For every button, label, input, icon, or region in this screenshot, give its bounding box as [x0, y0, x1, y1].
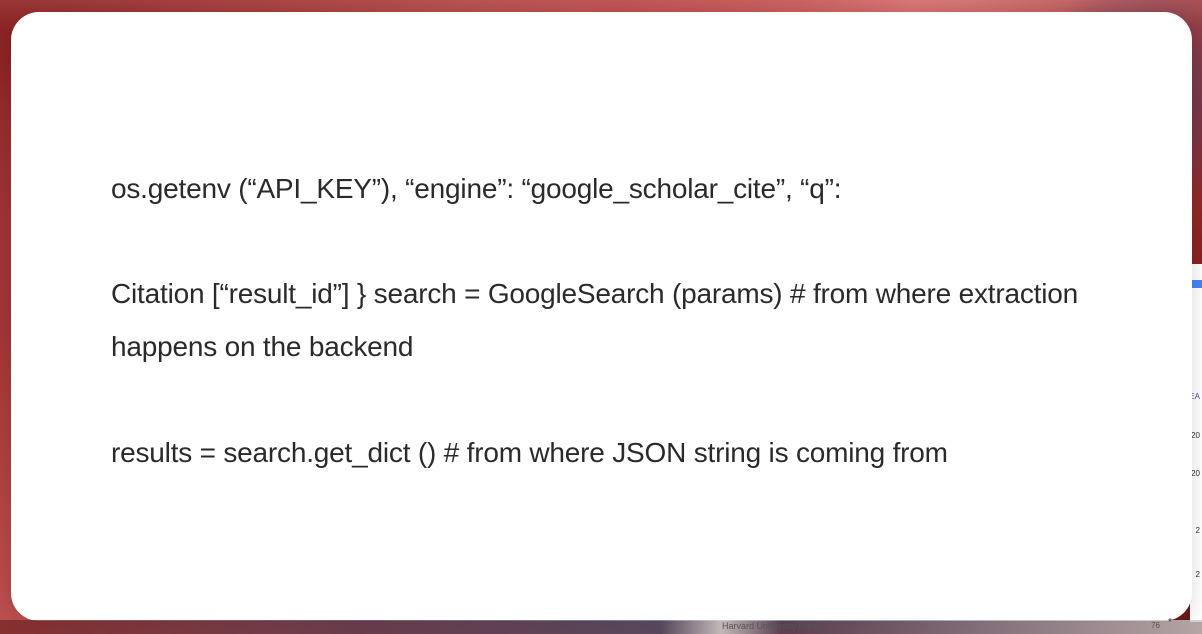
right-marker-text: 2 — [1196, 526, 1200, 535]
corner-star-icon: * — [1168, 617, 1172, 628]
code-paragraph: Citation [“result_id”] } search = Google… — [111, 267, 1092, 373]
publisher-label: Harvard University Press — [722, 621, 822, 631]
right-marker-text: 2 — [1196, 570, 1200, 579]
text-content: os.getenv (“API_KEY”), “engine”: “google… — [11, 12, 1192, 539]
right-marker-text: 20 — [1191, 431, 1200, 440]
code-paragraph: results = search.get_dict () # from wher… — [111, 426, 1092, 479]
right-marker-text: 20 — [1191, 469, 1200, 478]
corner-number: 76 — [1151, 621, 1160, 630]
content-card: os.getenv (“API_KEY”), “engine”: “google… — [11, 12, 1192, 621]
background-bottom-strip — [0, 620, 1202, 634]
code-paragraph: os.getenv (“API_KEY”), “engine”: “google… — [111, 162, 1092, 215]
